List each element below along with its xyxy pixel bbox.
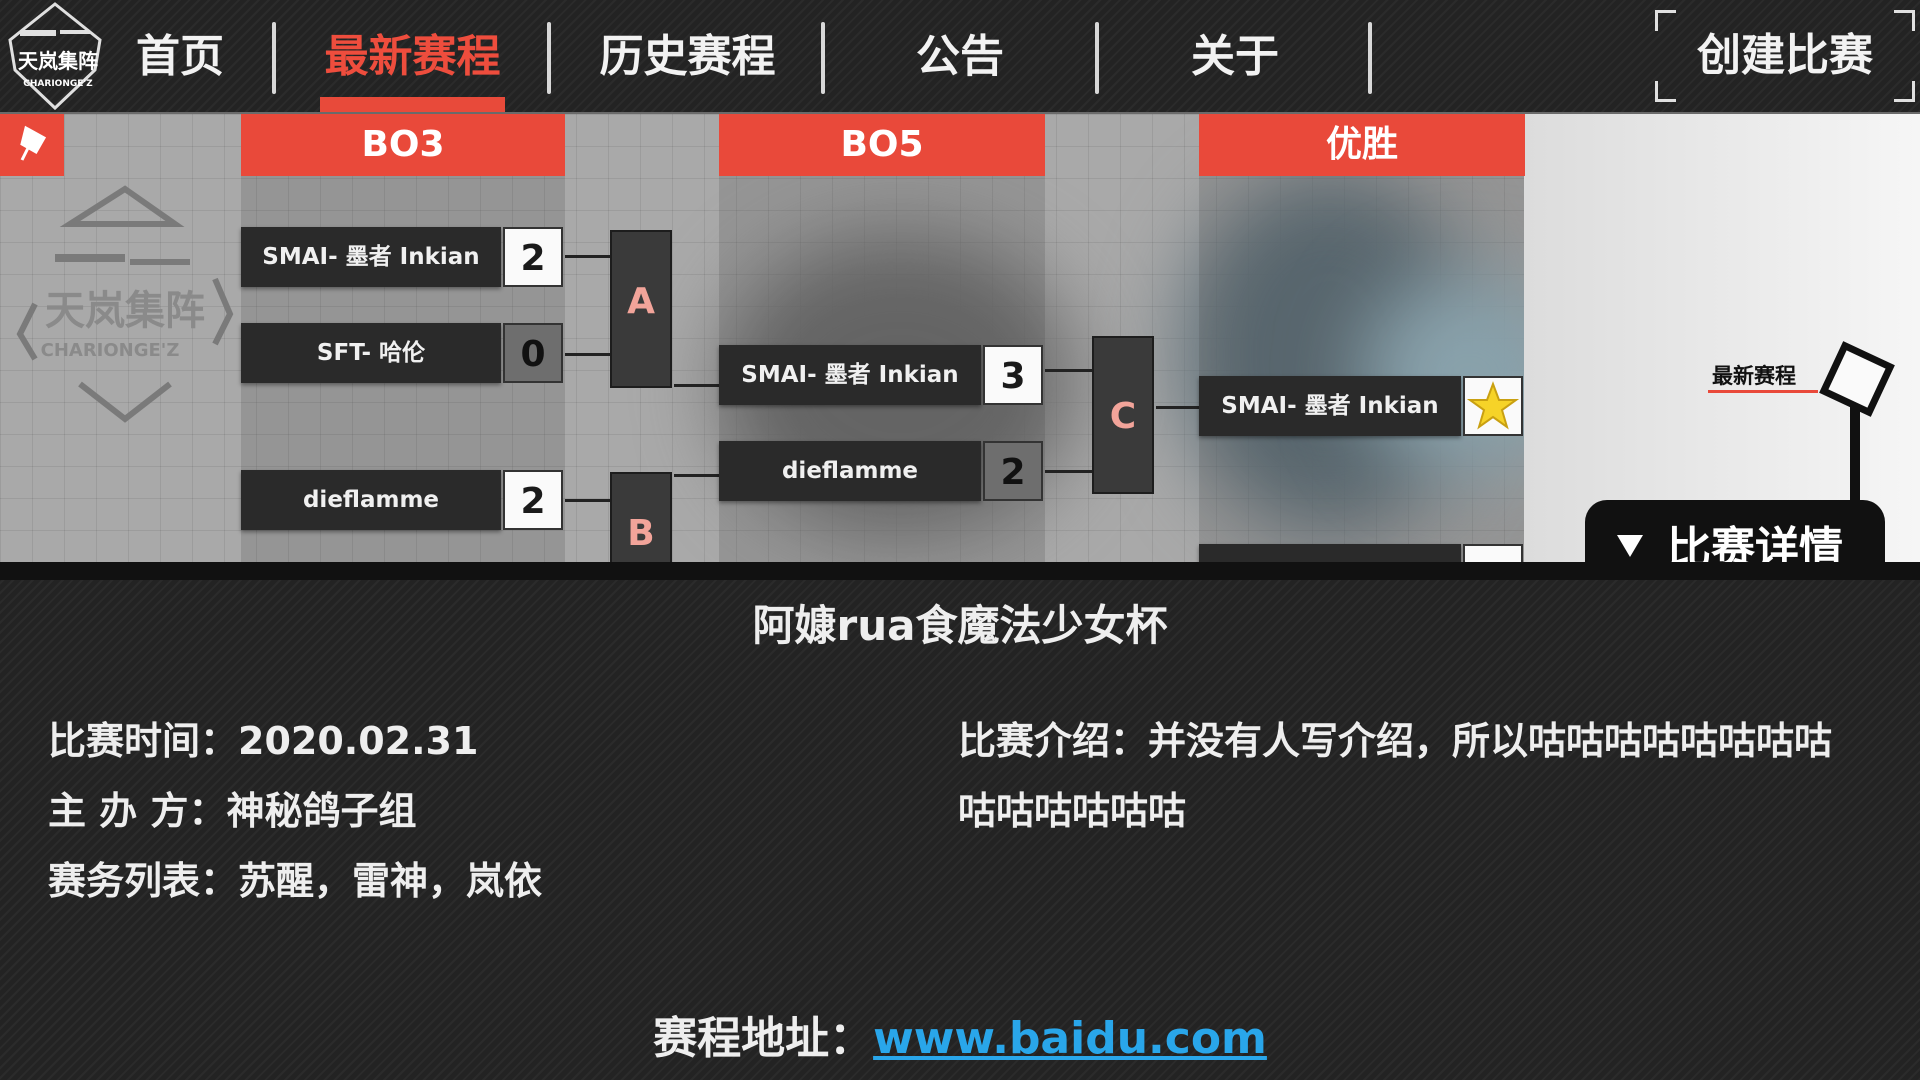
watermark-title: 天岚集阵 (45, 288, 205, 334)
logo[interactable]: 天岚集阵 CHARIONGE'Z (0, 0, 118, 112)
match-info: 阿嫝rua食魔法少女杯 比赛时间：2020.02.31 主 办 方：神秘鸽子组 … (0, 562, 1920, 1080)
watermark-logo: 天岚集阵 CHARIONGE'Z (16, 185, 234, 423)
watermark-subtitle: CHARIONGE'Z (41, 340, 180, 361)
logo-title: 天岚集阵 (18, 49, 98, 73)
nav-divider (1095, 22, 1099, 94)
team-row[interactable]: SMAI- 墨者 Inkian 3 (719, 345, 1045, 405)
team-score: 0 (503, 323, 563, 383)
create-match-button[interactable]: 创建比赛 (1655, 10, 1915, 102)
nav-divider (821, 22, 825, 94)
team-name: SFT- 哈伦 (241, 323, 501, 383)
match-staff: 赛务列表：苏醒，雷神，岚依 (48, 859, 543, 903)
connector-line (565, 499, 610, 502)
side-panel: 最新赛程 (1524, 114, 1920, 562)
column-header-bo5: BO5 (719, 114, 1045, 176)
team-score: 2 (503, 470, 563, 530)
create-match-label: 创建比赛 (1697, 30, 1873, 81)
corner-bracket (1655, 81, 1676, 102)
match-intro: 比赛介绍：并没有人写介绍，所以咕咕咕咕咕咕咕咕 (958, 719, 1833, 763)
team-name: SMAI- 墨者 Inkian (719, 345, 981, 405)
connector-line (565, 255, 610, 258)
match-node-a[interactable]: A (610, 230, 672, 388)
nav-latest-schedule[interactable]: 最新赛程 (310, 22, 515, 92)
match-organizer: 主 办 方：神秘鸽子组 (48, 789, 417, 833)
connector-line (1156, 406, 1199, 409)
connector-line (674, 384, 719, 387)
pin-icon (20, 125, 47, 161)
match-title: 阿嫝rua食魔法少女杯 (752, 601, 1168, 650)
team-name: SMAI- 墨者 Inkian (241, 227, 501, 287)
team-row[interactable]: dieflamme 2 (241, 470, 565, 530)
team-score: 2 (503, 227, 563, 287)
team-name (1199, 544, 1461, 562)
side-label: 最新赛程 (1712, 364, 1796, 388)
winner-row-partial (1199, 544, 1525, 562)
team-name: SMAI- 墨者 Inkian (1199, 376, 1461, 436)
connector-line (674, 474, 719, 477)
team-row[interactable]: SFT- 哈伦 0 (241, 323, 565, 383)
corner-bracket (1655, 10, 1676, 31)
side-label-underline (1708, 390, 1818, 393)
team-row[interactable]: dieflamme 2 (719, 441, 1045, 501)
info-top-border (0, 562, 1920, 580)
nav-history-schedule[interactable]: 历史赛程 (585, 22, 790, 92)
match-node-b[interactable]: B (610, 472, 672, 562)
match-time: 比赛时间：2020.02.31 (48, 719, 479, 763)
match-node-c[interactable]: C (1092, 336, 1154, 494)
corner-bracket (1894, 10, 1915, 31)
schedule-address-label: 赛程地址： (653, 1013, 874, 1064)
nav-divider (1368, 22, 1372, 94)
team-score: 3 (983, 345, 1043, 405)
logo-icon: 天岚集阵 CHARIONGE'Z (8, 2, 102, 111)
winner-row[interactable]: SMAI- 墨者 Inkian (1199, 376, 1525, 436)
corner-bracket (1894, 81, 1915, 102)
nav-about[interactable]: 关于 (1170, 22, 1300, 92)
team-name: dieflamme (719, 441, 981, 501)
pin-button[interactable] (0, 114, 64, 176)
winner-star-icon (1463, 376, 1523, 436)
team-score: 2 (983, 441, 1043, 501)
top-nav: 天岚集阵 CHARIONGE'Z 首页 最新赛程 历史赛程 公告 关于 创建比赛 (0, 0, 1920, 114)
triangle-down-icon (1617, 535, 1643, 557)
column-band (1199, 114, 1525, 562)
connector-line (1045, 369, 1092, 372)
connector-line (1045, 470, 1092, 473)
column-header-bo3: BO3 (241, 114, 565, 176)
match-intro-continued: 咕咕咕咕咕咕 (958, 789, 1187, 833)
nav-divider (272, 22, 276, 94)
column-header-winner: 优胜 (1199, 114, 1525, 176)
nav-active-indicator (320, 97, 505, 112)
tournament-bracket: 最新赛程 天岚集阵 CHARIONGE'Z BO3 BO5 优胜 A B C S… (0, 114, 1920, 562)
nav-announcements[interactable]: 公告 (895, 22, 1025, 92)
team-name: dieflamme (241, 470, 501, 530)
connector-line (565, 353, 610, 356)
nav-divider (547, 22, 551, 94)
team-score (1463, 544, 1523, 562)
logo-subtitle: CHARIONGE'Z (23, 79, 93, 89)
team-row[interactable]: SMAI- 墨者 Inkian 2 (241, 227, 565, 287)
nav-home[interactable]: 首页 (125, 22, 235, 92)
schedule-address-link[interactable]: www.baidu.com (873, 1013, 1267, 1064)
schedule-address: 赛程地址：www.baidu.com (0, 1002, 1920, 1066)
